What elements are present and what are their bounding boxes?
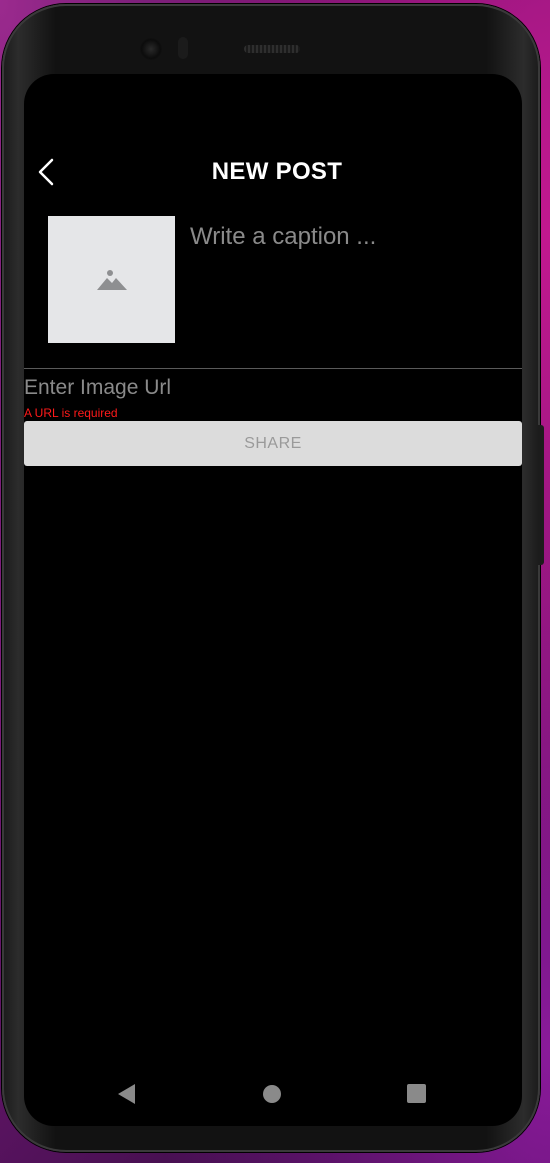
side-power-button bbox=[538, 425, 544, 565]
front-camera bbox=[140, 38, 162, 60]
triangle-back-icon[interactable] bbox=[118, 1084, 135, 1104]
header: NEW POST bbox=[24, 152, 522, 192]
app-screen: NEW POST A URL is required SHARE bbox=[24, 74, 522, 1126]
square-recents-icon[interactable] bbox=[407, 1084, 426, 1103]
url-error-message: A URL is required bbox=[24, 406, 118, 420]
share-button[interactable]: SHARE bbox=[24, 421, 522, 466]
image-url-input[interactable] bbox=[24, 372, 504, 404]
image-thumbnail[interactable] bbox=[48, 216, 175, 343]
divider bbox=[24, 368, 522, 369]
page-title: NEW POST bbox=[211, 158, 343, 185]
circle-home-icon[interactable] bbox=[263, 1085, 281, 1103]
image-placeholder-icon bbox=[96, 269, 127, 290]
system-nav-bar bbox=[24, 1072, 522, 1120]
proximity-sensor bbox=[178, 37, 188, 59]
phone-frame: NEW POST A URL is required SHARE bbox=[2, 4, 540, 1152]
caption-input[interactable] bbox=[190, 217, 500, 257]
earpiece-speaker bbox=[244, 45, 300, 53]
